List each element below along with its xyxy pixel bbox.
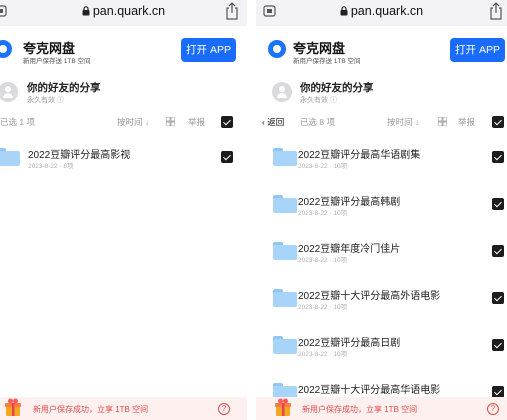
avatar: [272, 82, 292, 102]
selected-count: 已选 1 项: [0, 117, 35, 127]
browser-address-bar[interactable]: pan.quark.cn: [0, 0, 247, 26]
file-list-item[interactable]: 2022豆瓣年度冷门佳片 2023-8-22 · 10项: [256, 236, 507, 276]
file-list-item[interactable]: 2022豆瓣评分最高影视 2023-8-22 · 8项: [0, 142, 247, 182]
url-text: pan.quark.cn: [350, 4, 424, 18]
url-display[interactable]: pan.quark.cn: [0, 4, 247, 18]
app-header: 夸克网盘 新用户保存送 1TB 空间 打开 APP: [0, 34, 247, 68]
item-meta: 2023-8-22 · 10项: [298, 304, 348, 311]
share-validity: 永久有效 ⓘ: [27, 97, 64, 104]
url-text: pan.quark.cn: [92, 4, 166, 18]
file-list-item[interactable]: 2022豆瓣十大评分最高外语电影 2023-8-22 · 10项: [256, 283, 507, 323]
item-meta: 2023-8-22 · 10项: [298, 351, 348, 358]
sharer-info: 你的好友的分享 永久有效 ⓘ: [256, 79, 507, 107]
url-display[interactable]: pan.quark.cn: [256, 4, 507, 18]
item-name: 2022豆瓣年度冷门佳片: [298, 244, 401, 255]
folder-icon: [273, 148, 297, 166]
grid-view-icon[interactable]: [438, 117, 447, 126]
item-checkbox[interactable]: [492, 151, 504, 163]
sharer-info: 你的好友的分享 永久有效 ⓘ: [0, 79, 247, 107]
item-meta: 2023-8-22 · 8项: [28, 163, 74, 170]
item-meta: 2023-8-22 · 10项: [298, 210, 348, 217]
folder-icon: [273, 195, 297, 213]
banner-text: 新用户保存成功，立享 1TB 空间: [33, 405, 149, 414]
item-checkbox[interactable]: [492, 198, 504, 210]
selected-count: 已选 8 项: [300, 117, 335, 127]
help-icon[interactable]: ?: [218, 403, 230, 415]
select-all-checkbox[interactable]: [492, 116, 504, 128]
promo-banner[interactable]: 新用户保存成功，立享 1TB 空间 ?: [256, 397, 507, 420]
item-checkbox[interactable]: [492, 292, 504, 304]
pane-divider: [247, 0, 256, 420]
folder-icon: [273, 336, 297, 354]
app-header: 夸克网盘 新用户保存送 1TB 空间 打开 APP: [256, 34, 507, 68]
item-name: 2022豆瓣评分最高韩剧: [298, 197, 401, 208]
share-icon[interactable]: [488, 2, 504, 20]
sort-by-time-button[interactable]: 按时间 ↓: [117, 116, 149, 128]
avatar: [0, 82, 18, 102]
file-list-item[interactable]: 2022豆瓣评分最高日剧 2023-8-22 · 10项: [256, 330, 507, 370]
sort-by-time-button[interactable]: 按时间 ↓: [387, 116, 419, 128]
browser-address-bar[interactable]: pan.quark.cn: [256, 0, 507, 26]
folder-icon: [273, 289, 297, 307]
gift-icon: [5, 398, 21, 416]
file-list-item[interactable]: 2022豆瓣评分最高华语剧集 2023-8-22 · 10项: [256, 142, 507, 182]
item-checkbox[interactable]: [492, 339, 504, 351]
item-name: 2022豆瓣评分最高日剧: [298, 338, 401, 349]
item-name: 2022豆瓣十大评分最高华语电影: [298, 385, 441, 396]
open-app-button[interactable]: 打开 APP: [450, 38, 505, 62]
item-name: 2022豆瓣评分最高影视: [28, 150, 131, 161]
share-validity: 永久有效 ⓘ: [300, 97, 337, 104]
left-screen: pan.quark.cn 夸克网盘 新用户保存送 1TB 空间 打开 APP 你…: [0, 0, 247, 420]
banner-text: 新用户保存成功，立享 1TB 空间: [302, 405, 418, 414]
folder-icon: [273, 242, 297, 260]
gift-icon: [275, 398, 291, 416]
help-icon[interactable]: ?: [487, 403, 499, 415]
back-button[interactable]: ‹ 返回: [262, 116, 284, 128]
right-screen: pan.quark.cn 夸克网盘 新用户保存送 1TB 空间 打开 APP 你…: [256, 0, 507, 420]
lock-icon: [340, 6, 348, 16]
item-checkbox[interactable]: [492, 245, 504, 257]
share-title: 你的好友的分享: [300, 82, 374, 94]
lock-icon: [82, 6, 90, 16]
report-button[interactable]: 举报: [458, 116, 475, 128]
open-app-button[interactable]: 打开 APP: [181, 38, 236, 62]
item-name: 2022豆瓣十大评分最高外语电影: [298, 291, 441, 302]
file-toolbar: 已选 1 项 按时间 ↓ 举报: [0, 114, 247, 130]
item-meta: 2023-8-22 · 10项: [298, 163, 348, 170]
item-name: 2022豆瓣评分最高华语剧集: [298, 150, 421, 161]
file-toolbar: ‹ 返回 已选 8 项 按时间 ↓ 举报: [256, 114, 507, 130]
app-slogan: 新用户保存送 1TB 空间: [293, 58, 361, 65]
share-icon[interactable]: [224, 2, 240, 20]
select-all-checkbox[interactable]: [221, 116, 233, 128]
grid-view-icon[interactable]: [166, 117, 175, 126]
quark-logo-icon: [268, 40, 286, 58]
file-list-item[interactable]: 2022豆瓣评分最高韩剧 2023-8-22 · 10项: [256, 189, 507, 229]
quark-logo-icon: [0, 40, 12, 58]
app-slogan: 新用户保存送 1TB 空间: [23, 58, 91, 65]
item-meta: 2023-8-22 · 10项: [298, 257, 348, 264]
promo-banner[interactable]: 新用户保存成功，立享 1TB 空间 ?: [0, 397, 247, 420]
item-checkbox[interactable]: [221, 151, 233, 163]
folder-icon: [0, 148, 20, 166]
report-button[interactable]: 举报: [188, 116, 205, 128]
share-title: 你的好友的分享: [27, 82, 101, 94]
